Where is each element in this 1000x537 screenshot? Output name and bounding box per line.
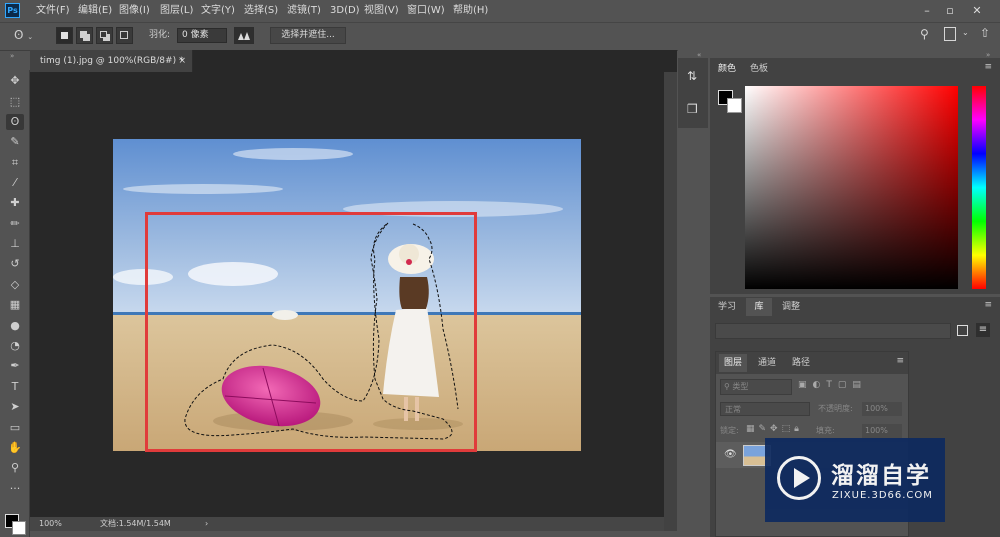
watermark-badge: 溜溜自学 ZIXUE.3D66.COM	[765, 438, 945, 522]
menu-type[interactable]: 文字(Y)	[201, 0, 235, 21]
menu-bar	[0, 0, 1000, 21]
lasso-preset-icon[interactable]: ʘ ⌄	[14, 27, 42, 44]
tab-adjustments[interactable]: 调整	[782, 298, 800, 316]
intersect-selection-button[interactable]	[116, 27, 133, 44]
hue-slider[interactable]	[972, 86, 986, 289]
subtract-selection-button[interactable]	[96, 27, 113, 44]
document-info[interactable]: 文档:1.54M/1.54M	[100, 517, 171, 531]
collapse-tools-icon[interactable]: »	[10, 52, 14, 60]
hand-tool-icon[interactable]: ✋	[6, 440, 24, 456]
crop-tool-icon[interactable]: ⌗	[6, 155, 24, 171]
gradient-tool-icon[interactable]: ▦	[6, 297, 24, 313]
menu-view[interactable]: 视图(V)	[364, 0, 399, 21]
type-tool-icon[interactable]: T	[6, 379, 24, 395]
search-icon[interactable]: ⚲	[920, 27, 929, 41]
libraries-menu-icon[interactable]: ≡	[984, 300, 992, 310]
photoshop-logo: Ps	[5, 3, 20, 18]
lock-label: 锁定:	[720, 426, 739, 435]
visibility-eye-icon[interactable]: 👁︎	[724, 449, 737, 460]
clone-stamp-tool-icon[interactable]: ⊥	[6, 236, 24, 252]
color-panel-menu-icon[interactable]: ≡	[984, 62, 992, 72]
dodge-tool-icon[interactable]: ◔	[6, 338, 24, 354]
menu-layer[interactable]: 图层(L)	[160, 0, 193, 21]
tab-channels[interactable]: 通道	[758, 354, 776, 372]
share-icon[interactable]: ⇧	[980, 26, 990, 40]
panel-icon-strip: ⇅ ❒	[678, 58, 708, 128]
layers-menu-icon[interactable]: ≡	[896, 356, 904, 366]
zoom-level[interactable]: 100%	[39, 517, 62, 531]
tab-learn[interactable]: 学习	[718, 298, 736, 316]
workspace-dropdown-icon[interactable]: ⌄	[962, 28, 969, 37]
zoom-tool-icon[interactable]: ⚲	[6, 460, 24, 476]
watermark-title: 溜溜自学	[831, 463, 931, 489]
workspace-icon[interactable]	[944, 27, 956, 41]
status-bar: 100% 文档:1.54M/1.54M ›	[30, 517, 664, 531]
watermark-url: ZIXUE.3D66.COM	[832, 490, 933, 501]
tab-swatches[interactable]: 色板	[750, 60, 768, 78]
menu-edit[interactable]: 编辑(E)	[78, 0, 112, 21]
menu-file[interactable]: 文件(F)	[36, 0, 70, 21]
fill-input[interactable]: 100%	[862, 424, 902, 438]
restore-icon[interactable]: ▫	[941, 0, 959, 21]
opacity-label: 不透明度:	[818, 404, 853, 413]
eyedropper-tool-icon[interactable]: ⁄	[6, 175, 24, 191]
healing-brush-tool-icon[interactable]: ✚	[6, 195, 24, 211]
brush-tool-icon[interactable]: ✏	[6, 216, 24, 232]
properties-panel-icon[interactable]: ❒	[687, 102, 698, 116]
tab-color[interactable]: 颜色	[718, 60, 736, 78]
minimize-icon[interactable]: –	[918, 0, 936, 21]
status-menu-arrow[interactable]: ›	[205, 517, 208, 531]
tab-paths[interactable]: 路径	[792, 354, 810, 372]
opacity-input[interactable]: 100%	[862, 402, 902, 416]
menu-image[interactable]: 图像(I)	[119, 0, 150, 21]
blend-mode-dropdown[interactable]: 正常	[720, 402, 810, 416]
marquee-tool-icon[interactable]: ⬚	[6, 94, 24, 110]
background-color-swatch[interactable]	[12, 521, 26, 535]
document-tab[interactable]: timg (1).jpg @ 100%(RGB/8#) * ×	[30, 50, 193, 72]
new-selection-button[interactable]	[56, 27, 73, 44]
rectangle-tool-icon[interactable]: ▭	[6, 420, 24, 436]
feather-label: 羽化:	[149, 30, 171, 40]
eraser-tool-icon[interactable]: ◇	[6, 277, 24, 293]
watermark-logo-icon	[777, 456, 821, 500]
filter-search-icon: ⚲	[724, 382, 730, 391]
feather-input[interactable]: 0 像素	[177, 28, 227, 43]
color-panel: 颜色 色板 ≡	[710, 58, 1000, 294]
tab-close-icon[interactable]: ×	[178, 50, 186, 72]
layer-filter-icons[interactable]: ▣◐T▢▤	[798, 380, 867, 390]
lock-icons[interactable]: ▦✎✥⬚🔒︎	[746, 424, 803, 434]
path-select-tool-icon[interactable]: ➤	[6, 399, 24, 415]
blur-tool-icon[interactable]: ●	[6, 318, 24, 334]
close-icon[interactable]: ✕	[968, 0, 986, 21]
menu-help[interactable]: 帮助(H)	[453, 0, 488, 21]
document-tab-title: timg (1).jpg @ 100%(RGB/8#) *	[40, 56, 184, 66]
list-view-icon[interactable]: ≡	[976, 323, 990, 337]
menu-select[interactable]: 选择(S)	[244, 0, 278, 21]
layer-filter-dropdown[interactable]: ⚲ 类型	[720, 379, 792, 395]
library-dropdown[interactable]	[715, 323, 951, 339]
vertical-scrollbar[interactable]	[664, 72, 677, 531]
fill-label: 填充:	[816, 426, 835, 435]
add-selection-button[interactable]	[76, 27, 93, 44]
select-and-mask-button[interactable]: 选择并遮住...	[270, 27, 346, 44]
move-tool-icon[interactable]: ✥	[6, 73, 24, 89]
menu-window[interactable]: 窗口(W)	[407, 0, 445, 21]
more-tools-icon[interactable]: ···	[6, 481, 24, 497]
menu-3d[interactable]: 3D(D)	[330, 0, 360, 21]
highlight-box	[145, 212, 477, 452]
background-color-icon[interactable]	[727, 98, 742, 113]
anti-alias-icon[interactable]	[234, 27, 254, 44]
pen-tool-icon[interactable]: ✒	[6, 358, 24, 374]
history-panel-icon[interactable]: ⇅	[687, 69, 697, 83]
tab-layers[interactable]: 图层	[719, 354, 747, 372]
history-brush-tool-icon[interactable]: ↺	[6, 256, 24, 272]
grid-view-icon[interactable]	[957, 325, 968, 336]
color-field[interactable]	[745, 86, 958, 289]
menu-filter[interactable]: 滤镜(T)	[287, 0, 321, 21]
tab-libraries[interactable]: 库	[746, 298, 772, 316]
filter-label: 类型	[732, 382, 749, 391]
lasso-tool-icon[interactable]: ʘ	[6, 114, 24, 130]
quick-select-tool-icon[interactable]: ✎	[6, 134, 24, 150]
